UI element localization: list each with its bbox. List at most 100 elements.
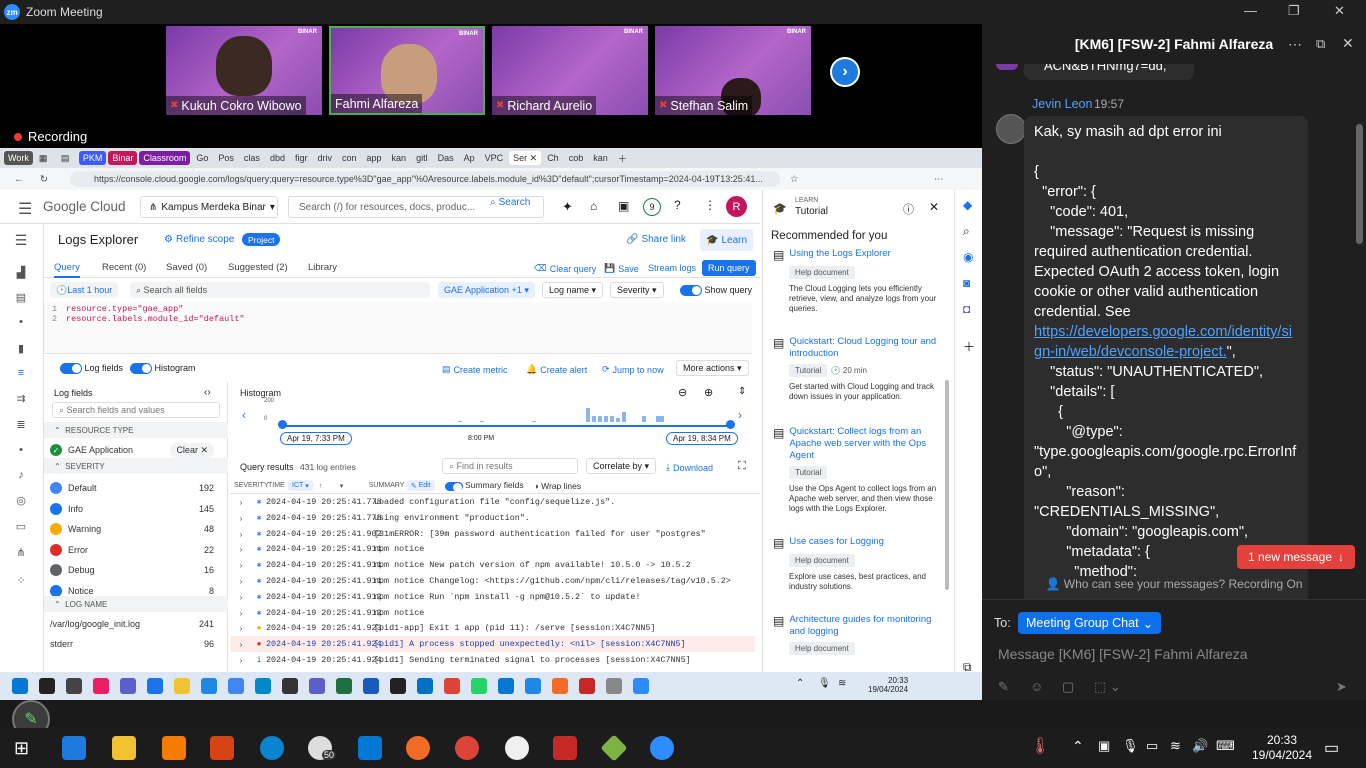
popout-icon[interactable]: ⧉ [1316, 36, 1325, 52]
nav-share-icon[interactable]: ⋔ [14, 546, 28, 559]
card-title[interactable]: Architecture guides for monitoring and l… [789, 614, 949, 638]
back-icon[interactable]: ← [14, 174, 24, 185]
nav-dashboard-icon[interactable]: ▤ [14, 291, 28, 304]
profile-tab[interactable]: Work [4, 151, 33, 165]
time-range-slider[interactable] [282, 425, 730, 427]
app-red-icon[interactable] [553, 736, 577, 760]
resource-type-header[interactable]: ⌃ RESOURCE TYPE [44, 422, 228, 438]
close-tutorial-icon[interactable]: ✕ [929, 200, 939, 214]
taskbar-app-icon[interactable] [552, 678, 568, 694]
card-title[interactable]: Using the Logs Explorer [789, 248, 890, 262]
more-actions-dropdown[interactable]: More actions ▾ [676, 360, 749, 376]
tray-chevron-icon[interactable]: ⌃ [1072, 738, 1084, 755]
keyboard-icon[interactable]: ⌨ [1216, 738, 1235, 754]
new-message-button[interactable]: 1 new message ↓ [1237, 545, 1355, 569]
browser-tab[interactable]: app [363, 151, 386, 165]
severity-item[interactable]: Error 22 [50, 540, 220, 560]
chat-scrollbar[interactable] [1356, 124, 1363, 244]
terminal-icon[interactable]: ▣ [618, 199, 629, 213]
browser-tab-active[interactable]: Ser ✕ [509, 151, 542, 165]
google-cloud-logo[interactable]: Google Cloud [43, 199, 126, 214]
menu-icon[interactable]: ⋯ [934, 174, 944, 185]
tutorial-card[interactable]: ▤ Architecture guides for monitoring and … [773, 614, 949, 660]
search-sidebar-icon[interactable]: ⌕ [963, 224, 970, 239]
taskbar-app-icon[interactable] [201, 678, 217, 694]
col-time[interactable]: TIME [268, 482, 288, 489]
message-input[interactable]: Message [KM6] [FSW-2] Fahmi Alfareza [998, 646, 1248, 662]
vscode-icon[interactable] [358, 736, 382, 760]
more-options-icon[interactable]: ⋯ [1288, 36, 1302, 53]
table-row[interactable]: › ✱ 2024-04-19 20:25:41.902 [31mERROR: [39m… [230, 526, 755, 542]
summary-fields-toggle[interactable]: Summary fields [444, 480, 524, 492]
start-time-chip[interactable]: Apr 19, 7:33 PM [280, 432, 352, 445]
tutorial-card[interactable]: ▤ Quickstart: Cloud Logging tour and intr… [773, 336, 949, 402]
run-query-button[interactable]: Run query [702, 260, 756, 276]
store-icon[interactable] [62, 736, 86, 760]
taskbar-app-icon[interactable] [39, 678, 55, 694]
teams-icon[interactable]: ◘ [963, 302, 970, 316]
tutorial-scrollbar[interactable] [945, 380, 949, 590]
tab-classroom[interactable]: Classroom [139, 151, 191, 165]
add-sidebar-icon[interactable]: ＋ [963, 338, 975, 355]
participant-tile[interactable]: BINAR ✖ Richard Aurelio [492, 26, 648, 115]
taskbar-app-icon[interactable] [633, 678, 649, 694]
emoji-icon[interactable]: ☺ [1030, 679, 1043, 694]
star-icon[interactable]: ☆ [790, 174, 799, 185]
severity-header[interactable]: ⌃ SEVERITY [44, 458, 228, 474]
participant-tile[interactable]: BINAR ✖ Kukuh Cokro Wibowo [166, 26, 322, 115]
taskbar-app-icon[interactable] [12, 678, 28, 694]
notifications-badge[interactable]: 9 [643, 198, 661, 216]
sender-name[interactable]: Jevin Leon [1032, 97, 1092, 111]
taskbar-app-icon[interactable] [606, 678, 622, 694]
resource-filter-chip[interactable]: GAE Application +1 ▾ [438, 282, 535, 298]
jump-to-now-button[interactable]: ⟳ Jump to now [602, 364, 664, 375]
severity-item[interactable]: Default 192 [50, 478, 220, 498]
chrome-icon[interactable] [455, 736, 479, 760]
tab-library[interactable]: Library [308, 262, 337, 273]
taskbar-app-icon[interactable] [579, 678, 595, 694]
table-row[interactable]: › ✱ 2024-04-19 20:25:41.911 npm notice New … [230, 557, 755, 573]
card-title[interactable]: Use cases for Logging [789, 536, 884, 550]
minimize-icon[interactable]: — [1244, 3, 1257, 18]
nav-list2-icon[interactable]: ≣ [14, 418, 28, 431]
thermometer-icon[interactable]: 🌡 [1030, 736, 1050, 756]
edit-button[interactable]: ✎ Edit [406, 480, 435, 491]
tab-pkm[interactable]: PKM [78, 151, 107, 165]
taskbar-app-icon[interactable] [336, 678, 352, 694]
log-name-item[interactable]: stderr 96 [50, 634, 220, 654]
postman-icon[interactable] [210, 736, 234, 760]
expand-row-icon[interactable]: › [230, 560, 252, 570]
create-alert-button[interactable]: 🔔 Create alert [526, 364, 587, 375]
nav-monitor-icon[interactable]: ▭ [14, 520, 28, 533]
hamburger-icon[interactable]: ☰ [18, 199, 32, 219]
file-icon[interactable]: ▢ [1062, 679, 1074, 695]
nav-dot2-icon[interactable]: • [14, 444, 28, 456]
taskbar-app-icon[interactable] [93, 678, 109, 694]
field-search-input[interactable]: ⌕ Search fields and values [52, 402, 220, 418]
expand-row-icon[interactable]: › [230, 608, 252, 618]
table-row[interactable]: › ● 2024-04-19 20:25:41.924 [pid1] A proces… [230, 636, 755, 653]
browser-tab[interactable]: VPC [481, 151, 508, 165]
tab-saved[interactable]: Saved (0) [166, 262, 207, 273]
browser-tab[interactable]: Ch [543, 151, 563, 165]
app-icon[interactable] [406, 736, 430, 760]
table-row[interactable]: › ✱ 2024-04-19 20:25:41.778 Loaded configur… [230, 494, 755, 510]
recipient-dropdown[interactable]: Meeting Group Chat ⌄ [1018, 612, 1162, 634]
card-title[interactable]: Quickstart: Collect logs from an Apache … [789, 426, 949, 462]
battery-icon[interactable]: ▭ [1146, 738, 1158, 754]
show-query-toggle[interactable]: Show query [674, 282, 758, 298]
sort-icon[interactable]: ↑ ▾ [319, 482, 369, 490]
table-row[interactable]: › ✱ 2024-04-19 20:25:41.911 npm notice Chan… [230, 573, 755, 589]
volume-icon[interactable]: 🔊 [1192, 738, 1208, 754]
share-link-button[interactable]: 🔗 Share link [626, 234, 686, 245]
edge-icon[interactable] [260, 736, 284, 760]
message-link[interactable]: https://developers.google.com/identity/s… [1034, 324, 1292, 360]
taskbar-app-icon[interactable] [120, 678, 136, 694]
copilot-icon[interactable]: ◆ [963, 198, 972, 212]
tab-icon[interactable]: ▦ [35, 151, 55, 165]
slider-handle-right[interactable] [726, 420, 735, 429]
taskbar-app-icon[interactable] [390, 678, 406, 694]
url-field[interactable]: https://console.cloud.google.com/logs/qu… [70, 171, 780, 187]
table-row[interactable]: › ● 2024-04-19 20:25:41.923 [pid1-app] Exit… [230, 620, 755, 636]
table-row[interactable]: › ✱ 2024-04-19 20:25:41.911 npm notice [230, 541, 755, 557]
